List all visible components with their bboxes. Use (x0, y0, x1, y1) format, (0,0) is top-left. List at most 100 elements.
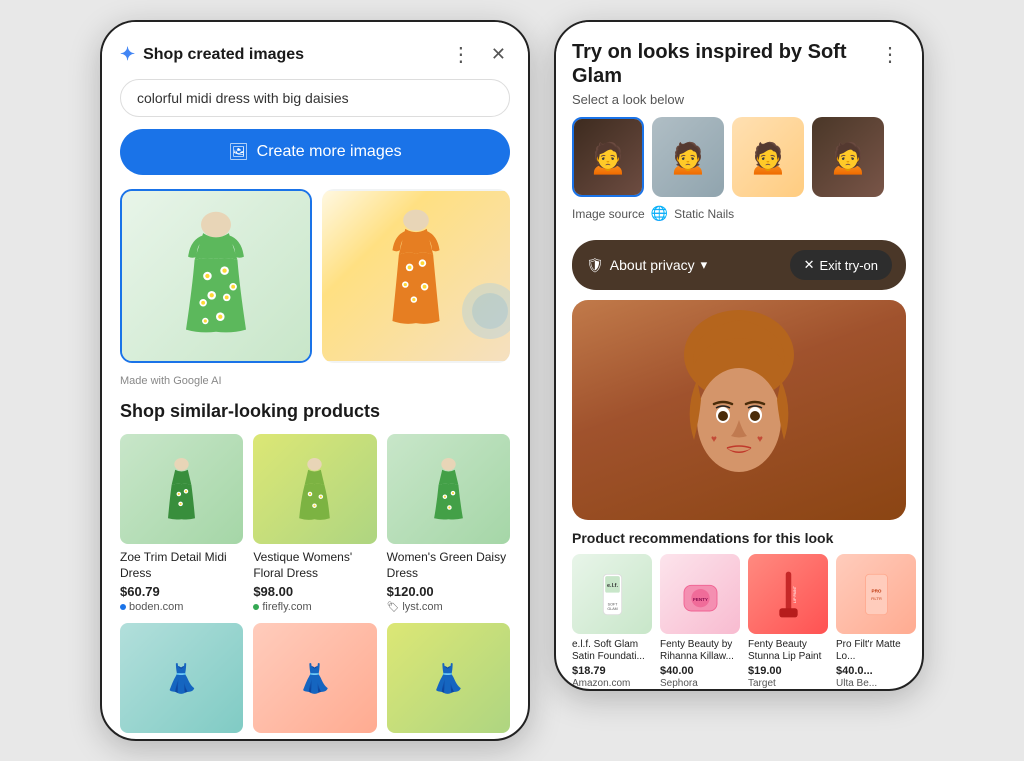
look-thumb-face-4: 🙍 (828, 138, 868, 176)
left-header-title: Shop created images (143, 46, 304, 64)
exit-icon: ✕ (804, 257, 815, 273)
left-phone-content: ✦ Shop created images ⋮ ✕ colorful midi … (102, 22, 528, 739)
extra-product-image-3: 👗 (387, 623, 510, 733)
generated-images-grid (102, 189, 528, 371)
look-thumb-1[interactable]: 🙍 (572, 117, 644, 197)
svg-text:FILT'R: FILT'R (871, 597, 882, 601)
shop-similar-title: Shop similar-looking products (102, 401, 528, 434)
beauty-card-2[interactable]: FENTY Fenty Beauty by Rihanna Killaw... … (660, 554, 740, 689)
product-dress-svg-2 (292, 452, 337, 527)
create-button-label: Create more images (257, 143, 402, 161)
look-thumb-image-2: 🙍 (652, 117, 724, 197)
extra-product-card-1[interactable]: 👗 (120, 623, 243, 739)
look-thumbnails-row: 🙍 🙍 🙍 🙍 (572, 117, 906, 197)
product-dress-svg-3 (426, 452, 471, 527)
look-thumb-3[interactable]: 🙍 (732, 117, 804, 197)
look-thumb-2[interactable]: 🙍 (652, 117, 724, 197)
green-dress-svg (171, 201, 261, 351)
beauty-product-name-4: Pro Filt'r Matte Lo... (836, 639, 916, 663)
main-container: ✦ Shop created images ⋮ ✕ colorful midi … (100, 20, 924, 741)
product-dress-svg-1 (159, 452, 204, 527)
svg-text:FENTY: FENTY (692, 596, 707, 601)
left-header: ✦ Shop created images ⋮ ✕ (102, 22, 528, 79)
product-card-1[interactable]: Zoe Trim Detail Midi Dress $60.79 boden.… (120, 434, 243, 613)
more-options-button[interactable]: ⋮ (447, 40, 477, 69)
generated-image-orange-dress[interactable] (322, 189, 510, 363)
about-privacy-label[interactable]: About privacy (610, 257, 695, 273)
search-bar: colorful midi dress with big daisies (120, 79, 510, 117)
orange-dress-image (322, 191, 510, 361)
beauty-card-4[interactable]: PRO FILT'R Pro Filt'r Matte Lo... $40.0.… (836, 554, 916, 689)
product-name-1: Zoe Trim Detail Midi Dress (120, 550, 243, 581)
globe-icon: 🌐 (651, 205, 668, 222)
close-button[interactable]: ✕ (487, 42, 510, 67)
product-name-2: Vestique Womens' Floral Dress (253, 550, 376, 581)
left-phone: ✦ Shop created images ⋮ ✕ colorful midi … (100, 20, 530, 741)
green-dress-image (122, 191, 310, 361)
extra-product-icon-3: 👗 (431, 662, 466, 695)
product-card-3[interactable]: Women's Green Daisy Dress $120.00 🏷 lyst… (387, 434, 510, 613)
beauty-product-price-2: $40.00 (660, 665, 740, 677)
look-thumb-face-2: 🙍 (668, 138, 708, 176)
create-icon: 🖼 (228, 142, 248, 162)
face-svg: ♥ ♥ (639, 300, 839, 520)
more-products-row: 👗 👗 👗 (102, 613, 528, 739)
svg-text:♥: ♥ (757, 434, 763, 445)
look-thumb-4[interactable]: 🙍 (812, 117, 884, 197)
privacy-left: 🛡 About privacy ▾ (586, 257, 707, 274)
svg-text:SOFT: SOFT (607, 602, 618, 606)
sparkle-icon: ✦ (120, 44, 135, 65)
product-card-2[interactable]: Vestique Womens' Floral Dress $98.00 fir… (253, 434, 376, 613)
svg-text:PRO: PRO (871, 588, 881, 593)
right-header: Try on looks inspired by Soft Glam ⋮ Sel… (556, 22, 922, 240)
made-with-label: Made with Google AI (102, 371, 528, 401)
beauty-image-4: PRO FILT'R (836, 554, 916, 634)
product-store-3: 🏷 lyst.com (387, 601, 510, 613)
product-store-name-2: firefly.com (262, 601, 311, 613)
beauty-image-3: LIP PAINT (748, 554, 828, 634)
exit-tryon-button[interactable]: ✕ Exit try-on (790, 250, 892, 280)
pro-product-svg: PRO FILT'R (849, 567, 904, 622)
fenty1-product-svg: FENTY (673, 567, 728, 622)
beauty-product-store-1: Amazon.com (572, 678, 652, 689)
product-recs-title: Product recommendations for this look (556, 530, 922, 554)
beauty-product-price-1: $18.79 (572, 665, 652, 677)
product-image-2 (253, 434, 376, 544)
beauty-card-1[interactable]: e.l.f. SOFT GLAM e.l.f. Soft Glam Satin … (572, 554, 652, 689)
look-thumb-face-3: 🙍 (748, 138, 788, 176)
look-thumb-face-1: 🙍 (588, 138, 628, 176)
right-title: Try on looks inspired by Soft Glam (572, 40, 852, 88)
product-image-1 (120, 434, 243, 544)
extra-product-icon-2: 👗 (298, 662, 333, 695)
search-value: colorful midi dress with big daisies (137, 90, 349, 106)
exit-label: Exit try-on (819, 258, 878, 273)
shield-icon: 🛡 (586, 257, 604, 274)
product-store-name-1: boden.com (129, 601, 183, 613)
create-more-images-button[interactable]: 🖼 Create more images (120, 129, 510, 175)
generated-image-green-dress[interactable] (120, 189, 312, 363)
svg-text:LIP PAINT: LIP PAINT (792, 585, 796, 603)
beauty-product-store-4: Ulta Be... (836, 678, 916, 689)
image-source-row: Image source 🌐 Static Nails (572, 205, 906, 222)
image-source-name: Static Nails (674, 207, 734, 221)
look-thumb-image-1: 🙍 (574, 119, 642, 195)
product-store-1: boden.com (120, 601, 243, 613)
product-price-2: $98.00 (253, 584, 376, 599)
extra-product-card-2[interactable]: 👗 (253, 623, 376, 739)
blue-circle-decoration (460, 281, 510, 341)
look-thumb-image-3: 🙍 (732, 117, 804, 197)
extra-product-icon-1: 👗 (164, 662, 199, 695)
beauty-card-3[interactable]: LIP PAINT Fenty Beauty Stunna Lip Paint … (748, 554, 828, 689)
right-more-options-button[interactable]: ⋮ (876, 40, 906, 69)
store-dot-2 (253, 604, 259, 610)
store-dot-1 (120, 604, 126, 610)
beauty-product-price-4: $40.0... (836, 665, 916, 677)
right-phone-content: Try on looks inspired by Soft Glam ⋮ Sel… (556, 22, 922, 689)
product-price-3: $120.00 (387, 584, 510, 599)
beauty-products-row: e.l.f. SOFT GLAM e.l.f. Soft Glam Satin … (556, 554, 922, 689)
extra-product-card-3[interactable]: 👗 (387, 623, 510, 739)
product-store-2: firefly.com (253, 601, 376, 613)
products-grid: Zoe Trim Detail Midi Dress $60.79 boden.… (102, 434, 528, 613)
extra-product-image-2: 👗 (253, 623, 376, 733)
header-actions: ⋮ ✕ (447, 40, 510, 69)
